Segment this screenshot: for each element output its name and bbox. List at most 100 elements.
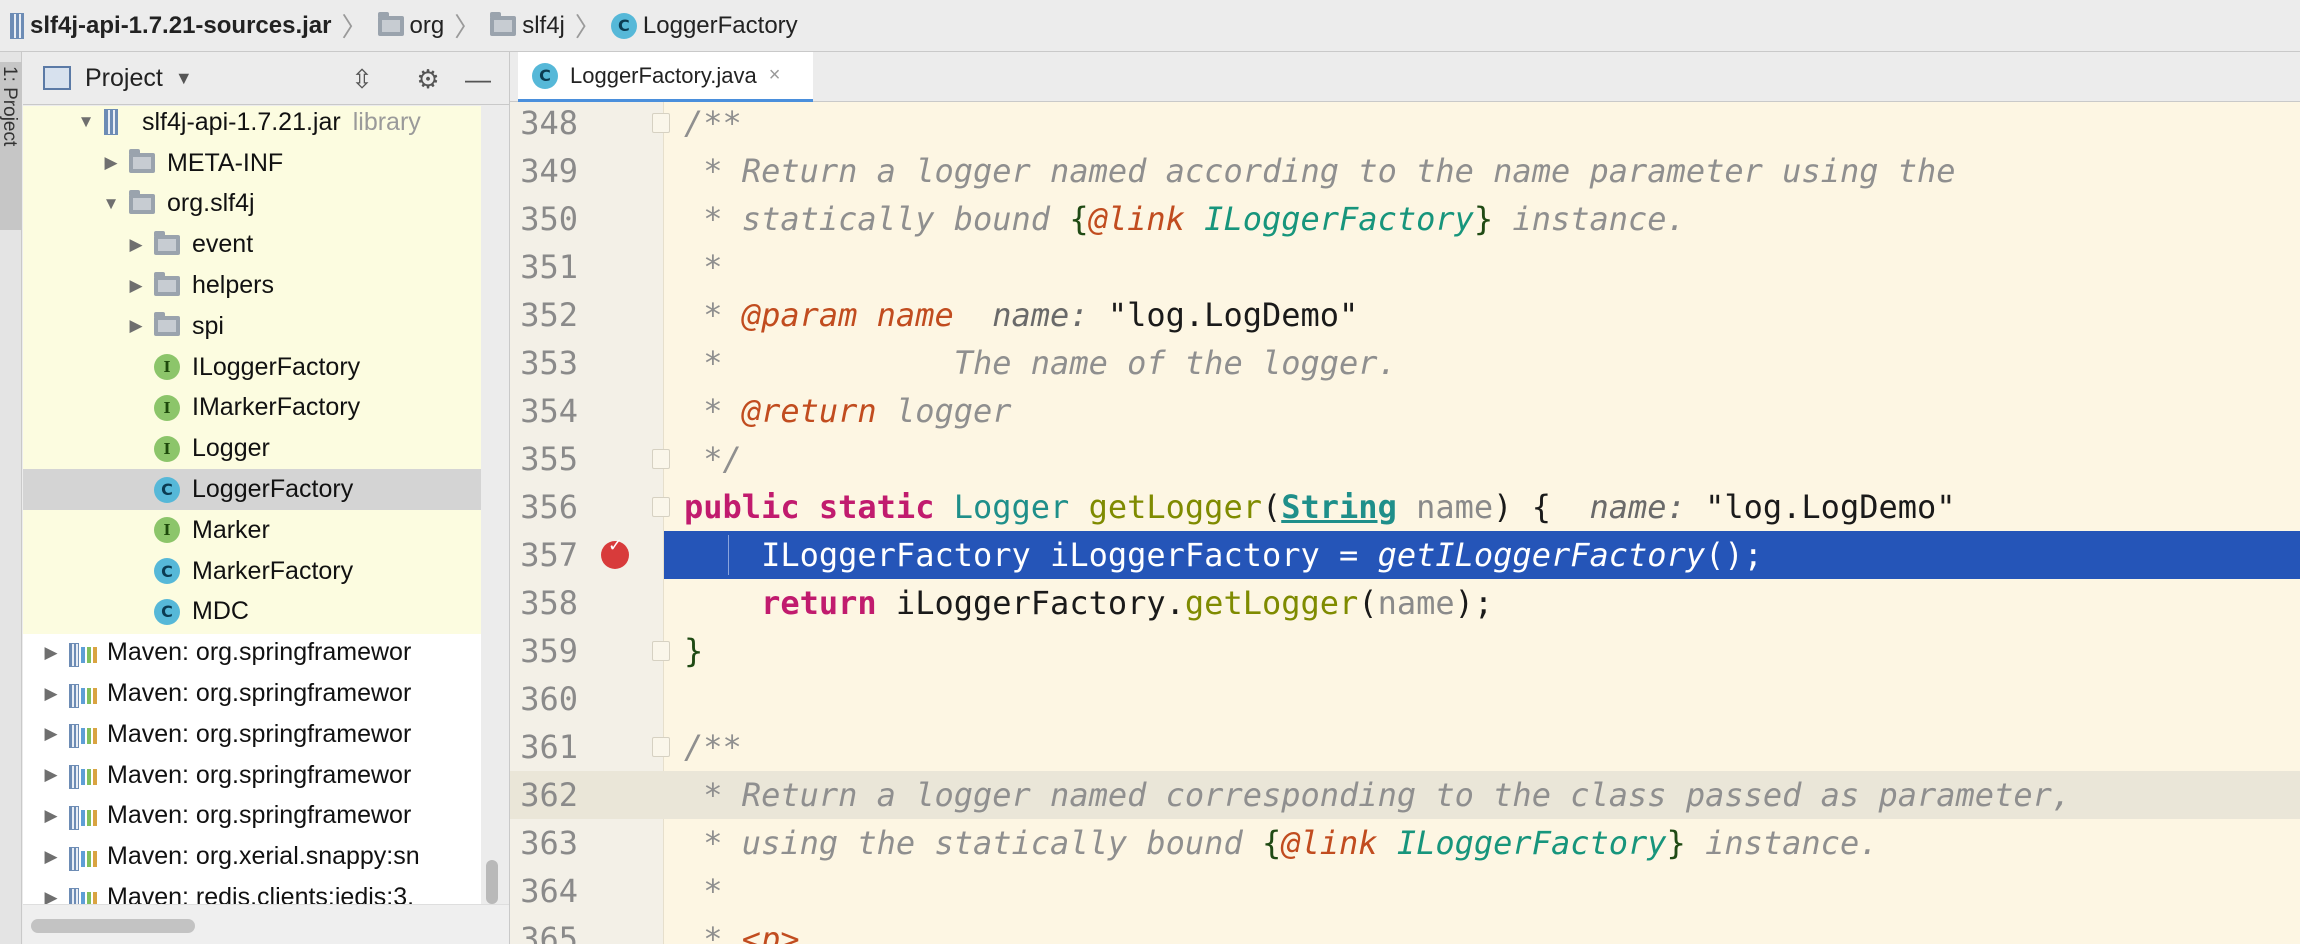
tree-item-label: ILoggerFactory (192, 353, 360, 382)
breadcrumb-separator-icon: 〉 (341, 12, 368, 42)
line-number: 362 (520, 776, 578, 814)
code-text: * @return logger (684, 387, 1011, 435)
breakpoint-icon[interactable] (601, 535, 629, 569)
tree-item-text: Maven: redis.clients:jedis:3. (107, 883, 415, 904)
code-editor[interactable]: 348 /** 349 * Return a logger named accord… (510, 102, 2300, 944)
collapsed-arrow-icon[interactable]: ▶ (126, 276, 146, 296)
code-token: * Return a logger named corresponding to… (684, 776, 2072, 814)
class-icon: C (532, 62, 558, 89)
breadcrumb-jar[interactable]: slf4j-api-1.7.21-sources.jar (6, 0, 335, 52)
code-token: (); (1705, 536, 1763, 574)
code-line[interactable]: 363 * using the statically bound {@link … (510, 819, 2300, 867)
code-line[interactable]: 353 * The name of the logger. (510, 339, 2300, 387)
code-token: String (1281, 488, 1397, 526)
collapsed-arrow-icon[interactable]: ▶ (41, 724, 61, 744)
close-icon[interactable]: × (769, 64, 781, 87)
fold-marker-icon[interactable] (652, 449, 670, 469)
tree-item[interactable]: ▶ Maven: org.springframewor (23, 714, 481, 755)
code-line[interactable]: 351 * (510, 243, 2300, 291)
tree-item[interactable]: ▶ Maven: org.springframewor (23, 796, 481, 837)
code-line[interactable]: 349 * Return a logger named according to… (510, 147, 2300, 195)
code-line[interactable]: 365 * <p> (510, 915, 2300, 944)
code-line[interactable]: 348 /** (510, 102, 2300, 147)
tree-item[interactable]: I Marker (23, 510, 481, 551)
tree-horizontal-scrollbar[interactable] (31, 919, 195, 933)
project-tool-window-label: 1: Project (0, 66, 20, 147)
code-text: * (684, 867, 722, 915)
code-text: * (684, 243, 722, 291)
code-token: * Return a logger named according to the… (684, 152, 1956, 190)
code-token: ILoggerFactory iLoggerFactory = (684, 536, 1378, 574)
collapsed-arrow-icon[interactable]: ▶ (126, 316, 146, 336)
code-token: ) { (1493, 488, 1590, 526)
tree-item[interactable]: ▶ Maven: org.xerial.snappy:sn (23, 836, 481, 877)
code-line[interactable]: 350 * statically bound {@link ILoggerFac… (510, 195, 2300, 243)
tree-item[interactable]: ▶ Maven: org.springframewor (23, 632, 481, 673)
tree-item-label: MDC (192, 597, 249, 626)
breadcrumb-class[interactable]: C LoggerFactory (607, 0, 802, 52)
tree-item[interactable]: ▼ org.slf4j (23, 184, 481, 225)
minimize-icon[interactable]: — (463, 64, 493, 94)
expanded-arrow-icon[interactable]: ▼ (76, 112, 96, 132)
collapsed-arrow-icon[interactable]: ▶ (41, 643, 61, 663)
project-tree[interactable]: ▼ slf4j-api-1.7.21.jar library ▶ META-INF ▼ or… (23, 106, 481, 904)
tree-item[interactable]: ▶ spi (23, 306, 481, 347)
collapsed-arrow-icon[interactable]: ▶ (41, 806, 61, 826)
tree-item[interactable]: ▶ Maven: org.springframewor (23, 755, 481, 796)
breadcrumb-class-label: LoggerFactory (642, 11, 798, 39)
tree-item[interactable]: I ILoggerFactory (23, 347, 481, 388)
tree-item[interactable]: I IMarkerFactory (23, 388, 481, 429)
code-text: * @param name name: "log.LogDemo" (684, 291, 1358, 339)
tree-item[interactable]: C LoggerFactory (23, 469, 481, 510)
execution-point-highlight: ILoggerFactory iLoggerFactory = getILogg… (664, 531, 2300, 579)
collapsed-arrow-icon[interactable]: ▶ (41, 847, 61, 867)
caret-line[interactable]: 362 * Return a logger named correspondin… (510, 771, 2300, 819)
breadcrumb-package-slf4j[interactable]: slf4j (486, 0, 569, 52)
collapsed-arrow-icon[interactable]: ▶ (41, 684, 61, 704)
tree-item[interactable]: C MarkerFactory (23, 551, 481, 592)
code-line[interactable]: 352 * @param name name: "log.LogDemo" (510, 291, 2300, 339)
code-line[interactable]: 354 * @return logger (510, 387, 2300, 435)
breadcrumb-package-org[interactable]: org (374, 0, 449, 52)
expanded-arrow-icon[interactable]: ▼ (101, 194, 121, 214)
class-icon: C (610, 12, 637, 39)
code-line[interactable]: 359} (510, 627, 2300, 675)
tree-item[interactable]: ▶ META-INF (23, 143, 481, 184)
fold-marker-icon[interactable] (652, 497, 670, 517)
collapsed-arrow-icon[interactable]: ▶ (101, 153, 121, 173)
tree-item[interactable]: ▶ Maven: org.springframewor (23, 673, 481, 714)
code-line[interactable]: 360 (510, 675, 2300, 723)
project-view-selector[interactable]: Project ▼ (43, 64, 193, 93)
tree-item[interactable]: C MDC (23, 592, 481, 633)
maven-library-icon (69, 845, 99, 871)
tree-vertical-scrollbar[interactable] (486, 860, 498, 904)
editor-tab-loggerfactory[interactable]: C LoggerFactory.java × (518, 52, 813, 102)
tree-item[interactable]: I Logger (23, 428, 481, 469)
fold-marker-icon[interactable] (652, 641, 670, 661)
code-line[interactable]: 364 * (510, 867, 2300, 915)
collapsed-arrow-icon[interactable]: ▶ (41, 765, 61, 785)
tree-item[interactable]: ▼ slf4j-api-1.7.21.jar library (23, 106, 481, 143)
collapsed-arrow-icon[interactable]: ▶ (41, 888, 61, 904)
interface-icon: I (154, 354, 180, 381)
collapse-all-icon[interactable]: ⇳ (347, 64, 377, 94)
fold-marker-icon[interactable] (652, 113, 670, 133)
gear-icon[interactable]: ⚙ (413, 64, 443, 94)
tree-item-label: slf4j-api-1.7.21.jar library (142, 108, 421, 137)
code-token: ILoggerFactory (1204, 200, 1474, 238)
tree-item[interactable]: ▶ Maven: redis.clients:jedis:3. (23, 877, 481, 904)
project-tool-window-button[interactable]: 1: Project (0, 62, 22, 230)
tree-item[interactable]: ▶ event (23, 224, 481, 265)
code-line[interactable]: 358 return iLoggerFactory.getLogger(name… (510, 579, 2300, 627)
code-line[interactable]: 361 /** (510, 723, 2300, 771)
code-line[interactable]: 355 */ (510, 435, 2300, 483)
execution-line[interactable]: 357 ILoggerFactory iLoggerFactory = getI… (510, 531, 2300, 579)
code-line[interactable]: 356 public static Logger getLogger(String… (510, 483, 2300, 531)
fold-marker-icon[interactable] (652, 737, 670, 757)
tree-item[interactable]: ▶ helpers (23, 265, 481, 306)
tree-item-text: Maven: org.springframewor (107, 679, 412, 708)
collapsed-arrow-icon[interactable]: ▶ (126, 235, 146, 255)
code-token: * (684, 392, 742, 430)
